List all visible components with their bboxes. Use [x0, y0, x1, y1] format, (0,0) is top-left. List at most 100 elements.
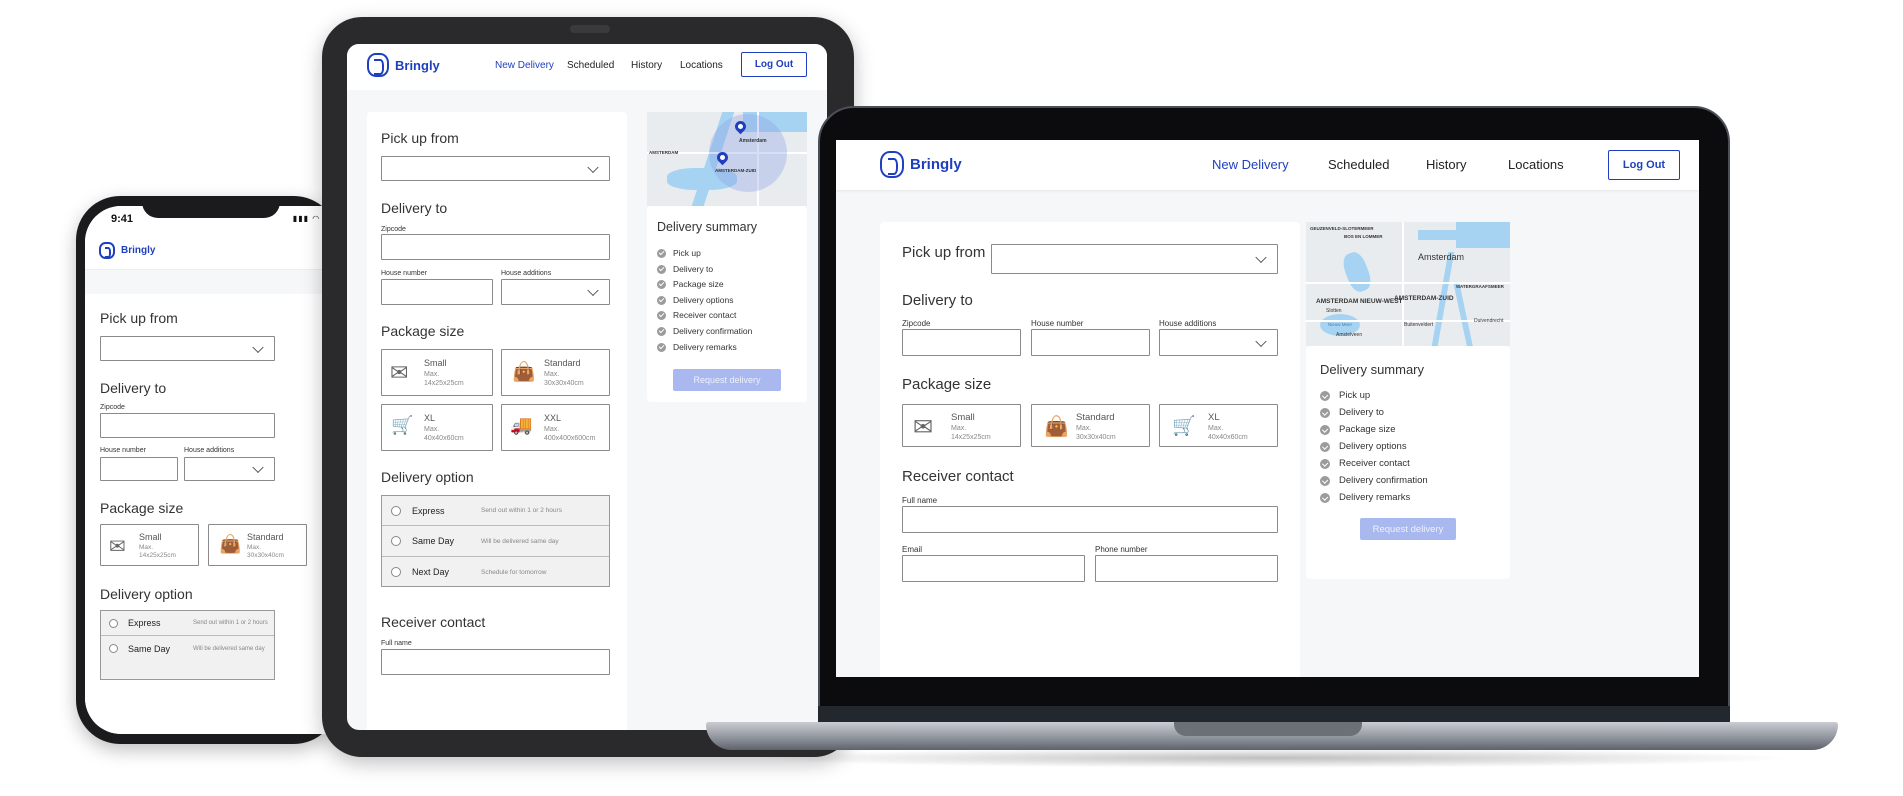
summary-item: Package size [657, 279, 724, 289]
nav-history[interactable]: History [1426, 157, 1466, 172]
summary-item: Delivery options [657, 295, 733, 305]
house-number-input[interactable] [1031, 329, 1150, 356]
check-icon [657, 295, 666, 305]
option-title: Delivery option [381, 469, 474, 485]
map-label: Nieuw Meer [1328, 322, 1353, 327]
zipcode-label: Zipcode [381, 226, 406, 233]
radio-icon[interactable] [391, 567, 401, 577]
option-next-day[interactable]: Next Day Schedule for tomorrow [382, 557, 609, 587]
email-input[interactable] [902, 555, 1085, 582]
receiver-title: Receiver contact [381, 614, 486, 630]
pickup-select[interactable] [381, 156, 610, 181]
full-name-label: Full name [381, 640, 412, 647]
full-name-input[interactable] [902, 506, 1278, 533]
house-additions-select[interactable] [501, 279, 610, 305]
laptop-form-card: Pick up from Delivery to Zipcode House n… [880, 222, 1300, 677]
option-express[interactable]: Express Send out within 1 or 2 hours [101, 611, 274, 636]
nav-history[interactable]: History [631, 60, 662, 71]
option-same-day[interactable]: Same Day Will be delivered same day [101, 636, 274, 661]
phone-input[interactable] [1095, 555, 1278, 582]
logout-button[interactable]: Log Out [1608, 150, 1680, 180]
check-icon [657, 279, 666, 289]
package-small[interactable]: ✉ Small Max. 14x25x25cm [381, 349, 493, 396]
summary-item: Delivery to [1320, 407, 1384, 418]
package-small[interactable]: ✉ Small Max. 14x25x25cm [902, 404, 1021, 447]
map-label: Buitenveldert [1404, 322, 1434, 328]
shopping-bag-icon: 👜 [1044, 416, 1069, 438]
summary-title: Delivery summary [657, 220, 758, 234]
brand-logo[interactable]: Bringly [367, 53, 440, 77]
package-standard[interactable]: 👜 Standard Max. 30x30x40cm [1031, 404, 1150, 447]
package-title: Package size [100, 500, 184, 516]
map-label: AMSTERDAM [649, 150, 679, 155]
house-additions-select[interactable] [184, 457, 275, 481]
radio-icon[interactable] [109, 618, 118, 628]
status-time: 9:41 [111, 213, 134, 225]
full-name-input[interactable] [381, 649, 610, 675]
house-number-input[interactable] [381, 279, 493, 305]
package-standard[interactable]: 👜 Standard Max. 30x30x40cm [208, 524, 307, 566]
email-label: Email [902, 545, 923, 554]
brand-logo[interactable]: Bringly [880, 151, 962, 178]
package-name: Small [424, 358, 447, 368]
package-name: XXL [544, 413, 562, 423]
nav-scheduled[interactable]: Scheduled [1328, 157, 1389, 172]
laptop-groove [1174, 722, 1362, 736]
check-icon [1320, 407, 1330, 418]
radio-icon[interactable] [391, 505, 401, 516]
zipcode-input[interactable] [381, 234, 610, 260]
house-number-label: House number [1031, 319, 1084, 328]
nav-new-delivery[interactable]: New Delivery [495, 60, 554, 71]
package-max: Max. 30x30x40cm [1076, 425, 1116, 441]
radio-icon[interactable] [109, 644, 118, 653]
option-same-day[interactable]: Same Day Will be delivered same day [382, 526, 609, 557]
laptop-summary-card: Delivery summary Pick up Delivery to Pac… [1306, 346, 1510, 579]
summary-item: Receiver contact [657, 310, 736, 320]
laptop-map[interactable]: Amsterdam AMSTERDAM NIEUW-WEST AMSTERDAM… [1306, 222, 1510, 346]
tablet-map[interactable]: Amsterdam AMSTERDAM AMSTERDAM-ZUID [647, 112, 807, 206]
envelope-icon: ✉ [913, 414, 934, 441]
logout-button[interactable]: Log Out [741, 52, 807, 77]
full-name-label: Full name [902, 496, 938, 505]
pickup-title: Pick up from [902, 244, 986, 261]
package-xl[interactable]: 🛒 XL Max. 40x40x60cm [1159, 404, 1278, 447]
nav-locations[interactable]: Locations [680, 60, 723, 71]
delivery-option-list: Express Send out within 1 or 2 hours Sam… [100, 610, 275, 680]
package-xxl[interactable]: 🚚 XXL Max. 400x400x600cm [501, 404, 610, 451]
check-icon [1320, 475, 1330, 486]
zipcode-input[interactable] [100, 413, 275, 438]
nav-new-delivery[interactable]: New Delivery [1212, 157, 1289, 172]
request-delivery-button[interactable]: Request delivery [673, 369, 781, 391]
house-number-input[interactable] [100, 457, 178, 481]
radio-icon[interactable] [391, 536, 401, 546]
nav-scheduled[interactable]: Scheduled [567, 60, 614, 71]
delivery-to-title: Delivery to [100, 380, 167, 396]
brand-logo[interactable]: Bringly [99, 242, 155, 259]
tablet-header: Bringly New Delivery Scheduled History L… [347, 44, 827, 90]
laptop-header: Bringly New Delivery Scheduled History L… [836, 140, 1699, 190]
pickup-select[interactable] [991, 244, 1278, 274]
package-max: Max. 14x25x25cm [139, 544, 176, 560]
map-label: GEUZENVELD-SLOTERMEER [1310, 226, 1374, 231]
brand-name: Bringly [910, 156, 962, 173]
pickup-select[interactable] [100, 336, 275, 361]
summary-item: Delivery confirmation [1320, 475, 1428, 486]
house-additions-label: House additions [501, 270, 552, 277]
zipcode-input[interactable] [902, 329, 1021, 356]
house-number-label: House number [100, 447, 146, 454]
nav-locations[interactable]: Locations [1508, 157, 1564, 172]
house-additions-select[interactable] [1159, 329, 1278, 356]
map-label: Slotten [1326, 308, 1342, 314]
shopping-bag-icon: 👜 [219, 534, 242, 554]
package-standard[interactable]: 👜 Standard Max. 30x30x40cm [501, 349, 610, 396]
package-small[interactable]: ✉ Small Max. 14x25x25cm [100, 524, 199, 566]
option-express[interactable]: Express Send out within 1 or 2 hours [382, 496, 609, 526]
request-delivery-button[interactable]: Request delivery [1360, 518, 1456, 540]
package-max: Max. 40x40x60cm [1208, 425, 1248, 441]
package-xl[interactable]: 🛒 XL Max. 40x40x60cm [381, 404, 493, 451]
pickup-title: Pick up from [381, 130, 459, 146]
brand-name: Bringly [395, 57, 440, 73]
check-icon [1320, 458, 1330, 469]
summary-item: Delivery remarks [1320, 492, 1410, 503]
package-name: Small [951, 412, 975, 423]
